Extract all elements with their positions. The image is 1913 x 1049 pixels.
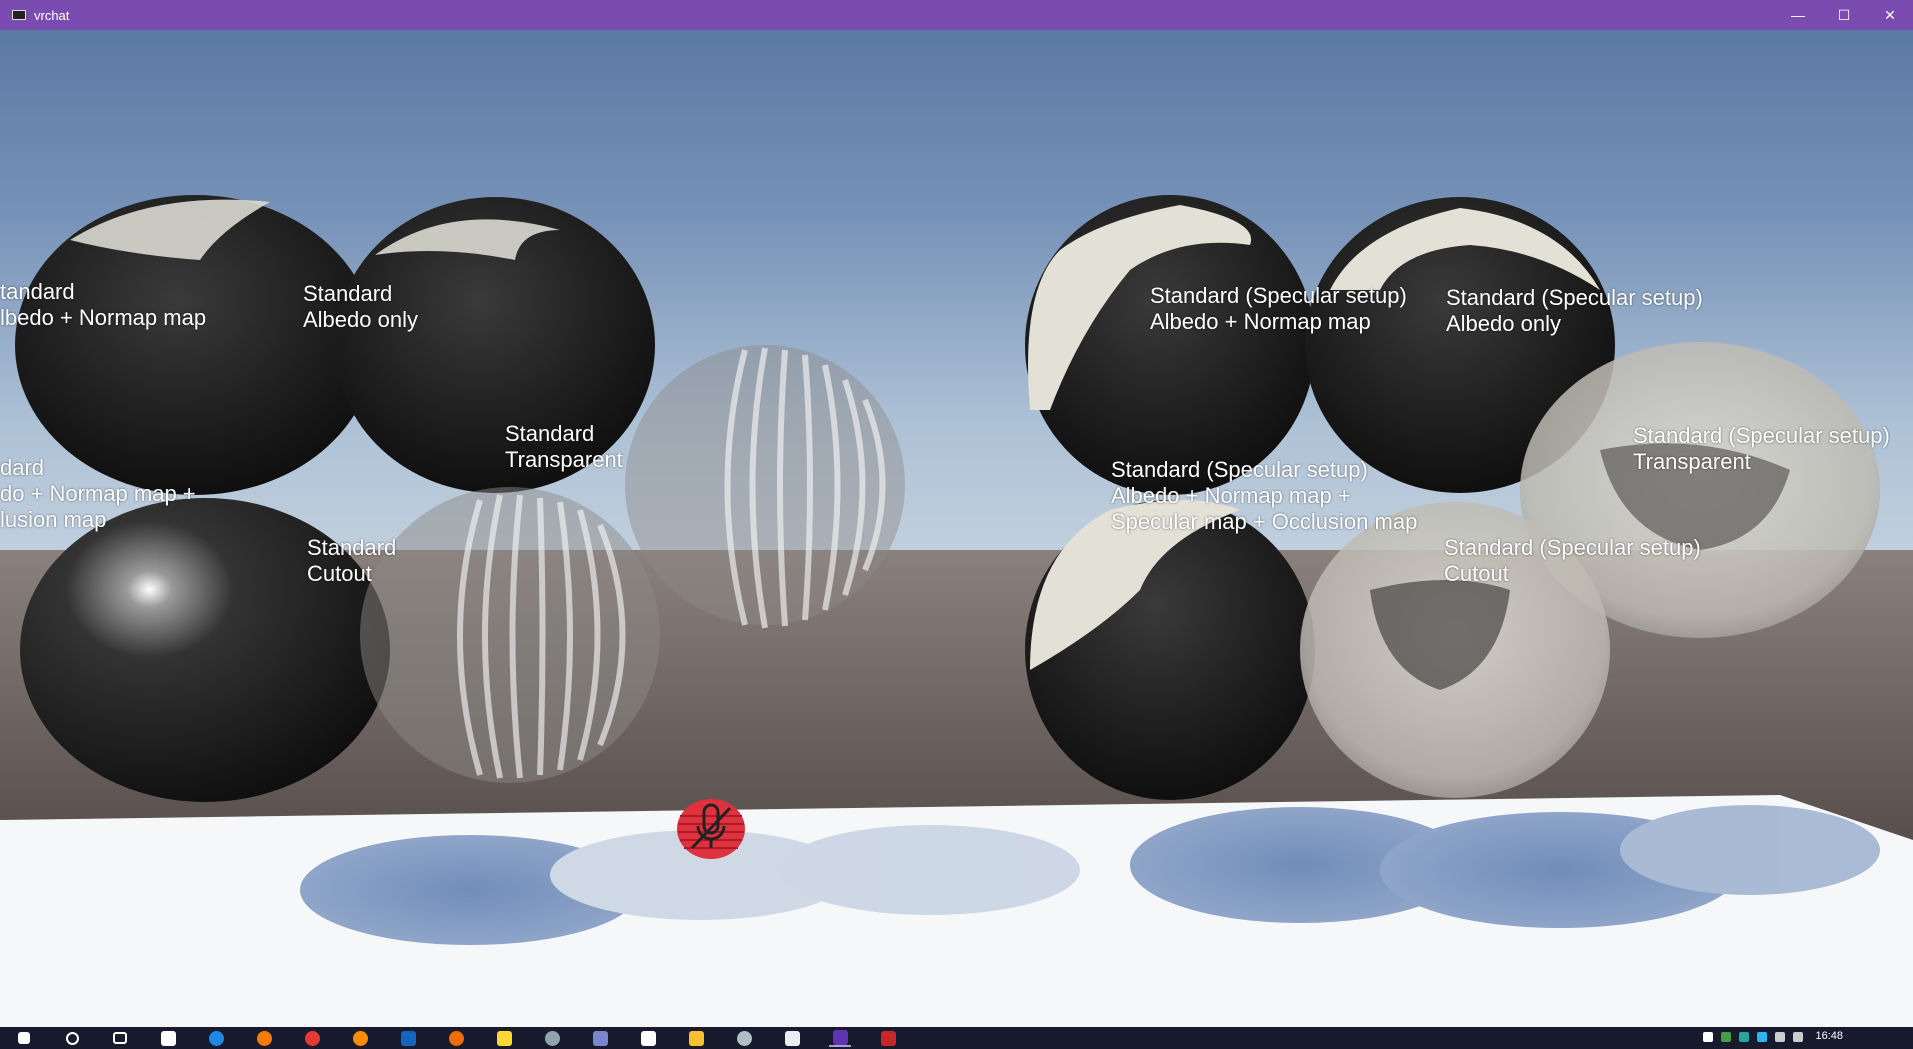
white-app-icon[interactable] [637,1030,659,1046]
app-icon [12,10,26,20]
red-app-icon[interactable] [877,1030,899,1046]
network-icon[interactable] [1775,1032,1785,1042]
sphere-label-specular-transparent: Standard (Specular setup) Transparent [1633,423,1890,474]
tray-app-icon[interactable] [1739,1032,1749,1042]
steam-icon[interactable] [541,1030,563,1046]
chrome-alt-icon[interactable] [349,1030,371,1046]
edge-icon[interactable] [205,1030,227,1046]
discord-icon[interactable] [589,1030,611,1046]
close-button[interactable]: ✕ [1867,0,1913,30]
yellow-app-icon[interactable] [493,1030,515,1046]
windows-taskbar: 16:48 [0,1027,1913,1049]
sphere-label-standard-albedo-normal: tandard lbedo + Normap map [0,279,207,330]
game-viewport[interactable]: tandard lbedo + Normap map Standard Albe… [0,30,1913,1027]
sphere-label-standard-transparent: Standard Transparent [505,421,623,472]
start-icon[interactable] [13,1030,35,1046]
file-explorer-icon[interactable] [685,1030,707,1046]
firefox-icon[interactable] [253,1030,275,1046]
store-icon[interactable] [157,1030,179,1046]
sphere-label-standard-albedo-only: Standard Albedo only [303,281,418,332]
maximize-button[interactable]: ☐ [1821,0,1867,30]
gray-app-icon[interactable] [733,1030,755,1046]
sphere-label-specular-albedo-only: Standard (Specular setup) Albedo only [1446,285,1703,336]
muted-microphone-icon [677,799,745,859]
minimize-button[interactable]: — [1775,0,1821,30]
search-icon[interactable] [61,1030,83,1046]
taskbar-clock[interactable]: 16:48 [1815,1030,1843,1042]
sphere-label-specular-albedo-normal-spec-occ: Standard (Specular setup) Albedo + Norma… [1111,457,1418,534]
window-title: vrchat [34,7,70,23]
vrchat-icon[interactable] [829,1029,851,1047]
system-tray [1703,1032,1803,1042]
orange-app-icon[interactable] [445,1030,467,1046]
sphere-label-specular-cutout: Standard (Specular setup) Cutout [1444,535,1701,586]
sphere-label-standard-cutout: Standard Cutout [307,535,397,586]
chrome-icon[interactable] [301,1030,323,1046]
tray-app-icon[interactable] [1721,1032,1731,1042]
task-view-icon[interactable] [109,1030,131,1046]
tray-chevron-icon[interactable] [1703,1032,1713,1042]
outlook-icon[interactable] [397,1030,419,1046]
unity-icon[interactable] [781,1030,803,1046]
sphere-label-standard-albedo-normal-occlusion: dard do + Normap map + lusion map [0,455,196,532]
sphere-label-specular-albedo-normal: Standard (Specular setup) Albedo + Norma… [1150,283,1407,334]
volume-icon[interactable] [1793,1032,1803,1042]
window-titlebar: vrchat — ☐ ✕ [0,0,1913,30]
scene-render [0,30,1913,1027]
telegram-icon[interactable] [1757,1032,1767,1042]
